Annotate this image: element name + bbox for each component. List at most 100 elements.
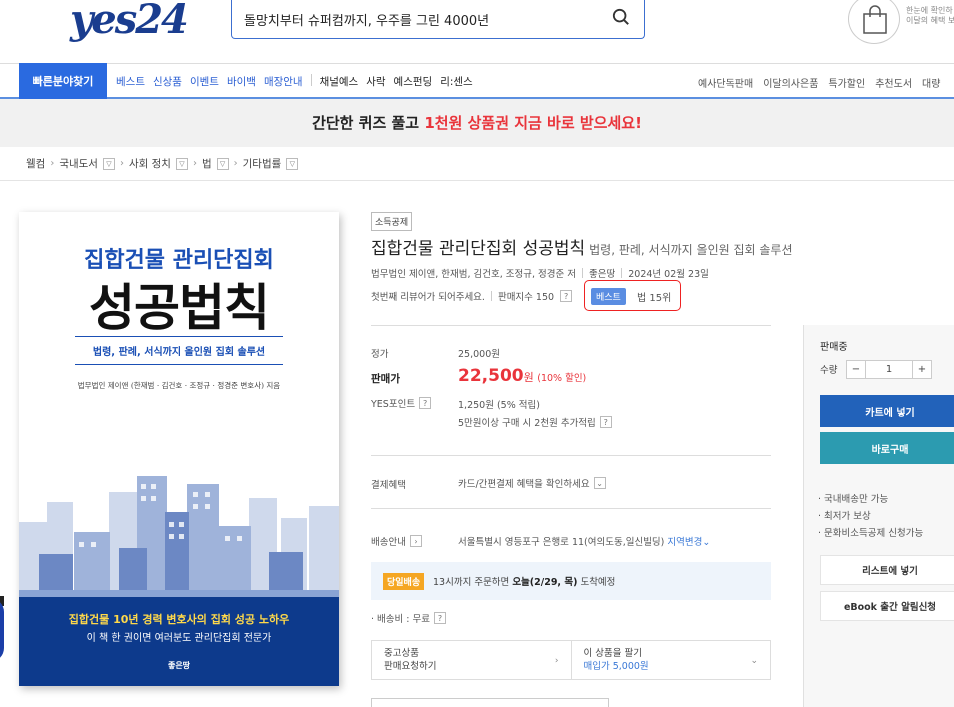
chevron-right-icon: ›: [50, 158, 55, 169]
search-input[interactable]: [244, 7, 604, 31]
nav-funding[interactable]: 예스펀딩: [394, 74, 433, 89]
chevron-down-icon: ⌄: [750, 656, 758, 666]
delivery-label: 배송안내: [371, 537, 406, 548]
product-meta: 법무법인 제이앤, 한재범, 김건호, 조정규, 정경준 저 좋은땅 2024년…: [371, 266, 709, 280]
nav-links: 베스트 신상품 이벤트 바이백 매장안내 채널예스 사락 예스펀딩 리:센스: [116, 74, 473, 89]
same-day-text: 13시까지 주문하면 오늘(2/29, 목) 도착예정: [433, 577, 616, 588]
chevron-down-icon[interactable]: ⌄: [593, 477, 606, 489]
shipping-fee: · 배송비 : 무료: [371, 614, 430, 625]
sale-price-value: 22,500: [458, 366, 524, 386]
list-price-label: 정가: [371, 349, 389, 360]
quantity-label: 수량: [820, 365, 838, 376]
breadcrumb-law[interactable]: 법: [202, 156, 212, 171]
chevron-down-icon[interactable]: ▽: [216, 157, 229, 170]
help-icon[interactable]: ?: [599, 416, 612, 428]
product-subtitle: 법령, 판례, 서식까지 올인원 집회 솔루션: [589, 243, 793, 257]
points-extra-row: 5만원이상 구매 시 2천원 추가적립 ?: [458, 415, 612, 429]
help-icon[interactable]: ?: [433, 612, 446, 624]
nav-gift[interactable]: 이달의사은품: [763, 75, 818, 90]
quantity-plus-button[interactable]: +: [913, 361, 931, 378]
breadcrumb-home[interactable]: 웰컴: [26, 156, 45, 171]
cover-band: 집합건물 10년 경력 변호사의 집회 성공 노하우 이 책 한 권이면 여러분…: [19, 597, 339, 686]
delivery-label-row: 배송안내 ›: [371, 534, 422, 548]
chevron-down-icon[interactable]: ▽: [102, 157, 115, 170]
chevron-down-icon[interactable]: ▽: [175, 157, 188, 170]
delivery-address: 서울특별시 영등포구 은행로 11(여의도동,일신빌딩): [458, 537, 665, 548]
help-icon[interactable]: ?: [560, 290, 573, 302]
meta-divider: [621, 268, 623, 278]
nav-channel-yes[interactable]: 채널예스: [320, 74, 359, 89]
nav-event[interactable]: 이벤트: [190, 74, 219, 89]
nav-buyback[interactable]: 바이백: [227, 74, 256, 89]
mini-promo[interactable]: 한눈에 확인하 이달의 혜택 보: [906, 6, 954, 26]
quiz-banner[interactable]: 간단한 퀴즈 풀고 1천원 상품권 지금 바로 받으세요!: [0, 99, 954, 147]
breadcrumb-divider: [0, 180, 954, 181]
best-rank[interactable]: 법 15위: [637, 289, 671, 304]
nav-exclusive[interactable]: 예사단독판매: [698, 75, 753, 90]
publish-date: 2024년 02월 23일: [628, 269, 709, 280]
quantity-input[interactable]: 1: [865, 361, 913, 378]
cover-authors: 법무법인 제이앤 (한재범 · 김건호 · 조정규 · 정경준 변호사) 지음: [77, 381, 281, 390]
feature-item[interactable]: · 문화비소득공제 신청가능: [818, 525, 923, 542]
change-region-link[interactable]: 지역변경: [667, 537, 702, 548]
chevron-right-icon[interactable]: ›: [409, 535, 422, 547]
points-extra: 5만원이상 구매 시 2천원 추가적립: [458, 418, 596, 429]
payment-row[interactable]: 카드/간편결제 혜택을 확인하세요 ⌄: [458, 476, 606, 490]
same-day-badge: 당일배송: [383, 573, 425, 590]
chevron-right-icon: ›: [233, 158, 238, 169]
category-finder-button[interactable]: 빠른분야찾기: [19, 63, 107, 99]
feature-item: · 국내배송만 가능: [818, 494, 889, 505]
cityscape-illustration: [19, 476, 339, 602]
nav-recommend[interactable]: 추천도서: [875, 75, 912, 90]
chevron-down-icon: ⌄: [702, 537, 711, 548]
sell-this-item[interactable]: 이 상품을 팔기 매입가 5,000원 ⌄: [570, 641, 771, 679]
nav-new[interactable]: 신상품: [153, 74, 182, 89]
tax-deduction-tag: 소득공제: [371, 212, 413, 231]
cart-button[interactable]: [848, 0, 900, 44]
nav-sarak[interactable]: 사락: [366, 74, 385, 89]
author-link[interactable]: 법무법인 제이앤, 한재범, 김건호, 조정규, 정경준 저: [371, 266, 576, 280]
discount-rate: (10% 할인): [537, 373, 587, 384]
add-to-cart-button[interactable]: 카트에 넣기: [820, 395, 954, 427]
cover-publisher: 좋은땅: [167, 661, 191, 670]
nav-special[interactable]: 특가할인: [828, 75, 865, 90]
feature-item[interactable]: · 최저가 보상: [818, 508, 923, 525]
add-to-list-button[interactable]: 리스트에 넣기: [820, 555, 954, 585]
list-price-value: 25,000원: [458, 349, 500, 360]
sale-price: 22,500원 (10% 할인): [458, 366, 586, 386]
yes24-logo[interactable]: yes24: [70, 0, 189, 40]
breadcrumb-society[interactable]: 사회 정치: [129, 156, 171, 171]
purchase-panel: 판매중 수량 − 1 + 카트에 넣기 바로구매 · 국내배송만 가능 · 최저…: [803, 325, 954, 707]
help-icon[interactable]: ?: [419, 397, 432, 409]
nav-bulk[interactable]: 대량: [922, 75, 940, 90]
quantity-minus-button[interactable]: −: [847, 361, 865, 378]
ebook-alert-button[interactable]: eBook 출간 알림신청: [820, 591, 954, 621]
chevron-right-icon: ›: [554, 656, 559, 666]
best-badge[interactable]: 베스트: [591, 288, 626, 305]
nav-license[interactable]: 리:센스: [440, 74, 473, 89]
search-icon[interactable]: [612, 8, 630, 26]
book-cover[interactable]: 집합건물 관리단집회 성공법칙 법령, 판례, 서식까지 올인원 집회 솔루션 …: [19, 212, 339, 686]
feature-list: · 국내배송만 가능 · 최저가 보상 · 문화비소득공제 신청가능: [818, 491, 923, 542]
review-prompt[interactable]: 첫번째 리뷰어가 되어주세요.: [371, 289, 485, 303]
points-label-row: YES포인트 ?: [371, 396, 432, 410]
buy-now-button[interactable]: 바로구매: [820, 432, 954, 464]
nav-store[interactable]: 매장안내: [264, 74, 303, 89]
used-sell-request[interactable]: 중고상품 판매요청하기 ›: [372, 641, 571, 679]
nav-divider: [310, 74, 312, 86]
cover-title-main: 성공법칙: [89, 279, 270, 337]
breadcrumb-other-law[interactable]: 기타법률: [243, 156, 282, 171]
product-stats: 첫번째 리뷰어가 되어주세요. 판매지수 150 ?: [371, 289, 573, 303]
payment-label: 결제혜택: [371, 480, 406, 491]
breadcrumb-domestic[interactable]: 국내도서: [59, 156, 98, 171]
chevron-down-icon[interactable]: ▽: [286, 157, 299, 170]
publisher-link[interactable]: 좋은땅: [589, 266, 615, 280]
payment-benefit[interactable]: 카드/간편결제 혜택을 확인하세요: [458, 476, 590, 490]
product-title: 집합건물 관리단집회 성공법칙: [371, 239, 586, 259]
nav-best[interactable]: 베스트: [116, 74, 145, 89]
points-value: 1,250원 (5% 적립): [458, 400, 540, 411]
section-divider: [371, 508, 771, 509]
meta-divider: [582, 268, 583, 278]
bottom-tab-box: [371, 698, 609, 707]
main-nav: 빠른분야찾기 베스트 신상품 이벤트 바이백 매장안내 채널예스 사락 예스펀딩…: [0, 63, 954, 99]
